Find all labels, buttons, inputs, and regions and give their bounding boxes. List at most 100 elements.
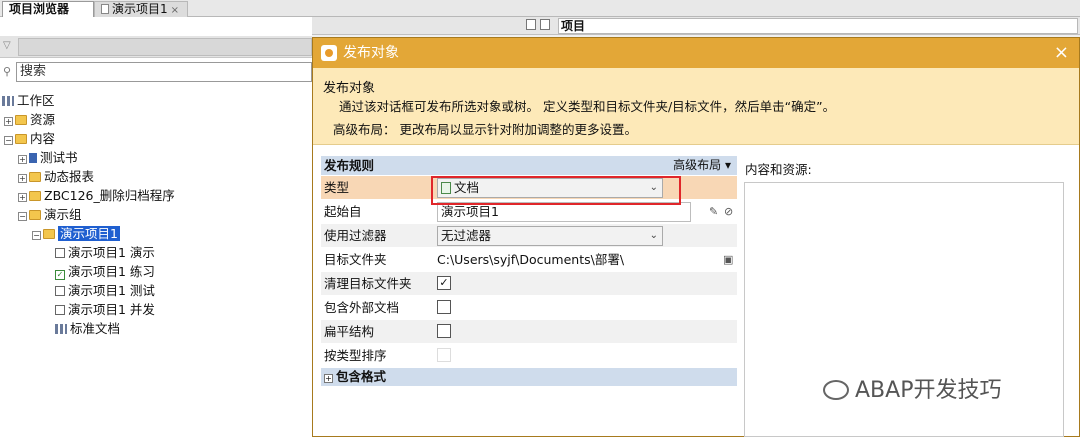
folder-icon bbox=[15, 134, 27, 144]
include-external-cell bbox=[437, 298, 451, 318]
expand-icon[interactable]: + bbox=[18, 155, 27, 164]
tree-item-demo-simulate[interactable]: 演示项目1 演示 bbox=[55, 243, 155, 262]
collapse-icon[interactable]: − bbox=[32, 231, 41, 240]
publish-dialog: 发布对象 × 发布对象 通过该对话框可发布所选对象或树。 定义类型和目标文件夹/… bbox=[312, 37, 1080, 437]
edit-icon[interactable]: ✎ bbox=[709, 205, 718, 218]
sort-by-type-checkbox bbox=[437, 348, 451, 362]
book-icon bbox=[29, 153, 37, 163]
close-icon[interactable]: × bbox=[171, 5, 179, 16]
include-external-checkbox[interactable] bbox=[437, 300, 451, 314]
editor-title: 项目 bbox=[558, 18, 1078, 34]
tree-item-demo-group[interactable]: − 演示组 bbox=[18, 205, 82, 224]
tree-item-label: 测试书 bbox=[40, 150, 78, 165]
banner-description: 通过该对话框可发布所选对象或树。 定义类型和目标文件夹/目标文件，然后单击“确定… bbox=[339, 99, 836, 114]
row-clean-target: 清理目标文件夹 ✓ bbox=[321, 272, 737, 296]
tree-item-resources[interactable]: + 资源 bbox=[4, 110, 55, 129]
flat-structure-checkbox[interactable] bbox=[437, 324, 451, 338]
include-external-label: 包含外部文档 bbox=[324, 300, 400, 315]
workspace-icon bbox=[2, 96, 14, 106]
expand-icon[interactable]: + bbox=[324, 374, 333, 383]
filter-bar: ▽ bbox=[0, 36, 312, 58]
dialog-titlebar: 发布对象 × bbox=[313, 38, 1079, 68]
target-value-cell: C:\Users\syjf\Documents\部署\ bbox=[437, 250, 624, 270]
expand-icon[interactable]: + bbox=[4, 117, 13, 126]
tree-item-demo-test[interactable]: 演示项目1 测试 bbox=[55, 281, 155, 300]
filter-label: 使用过滤器 bbox=[324, 228, 387, 243]
folder-icon bbox=[15, 115, 27, 125]
search-row: ⚲ 搜索 bbox=[0, 61, 312, 83]
expand-icon[interactable]: + bbox=[18, 193, 27, 202]
tree-item-demo-practice[interactable]: ✓ 演示项目1 练习 bbox=[55, 262, 155, 281]
start-value-cell: 演示项目1 bbox=[437, 202, 691, 222]
rules-header-label: 发布规则 bbox=[324, 158, 375, 173]
clean-target-cell: ✓ bbox=[437, 274, 451, 294]
advanced-layout-button[interactable]: 高级布局 ▾ bbox=[673, 156, 731, 175]
document-icon bbox=[101, 4, 109, 14]
tree-item-label: 标准文档 bbox=[70, 321, 121, 336]
wechat-icon bbox=[823, 380, 849, 400]
practice-icon: ✓ bbox=[55, 270, 65, 280]
tree-item-demo-concurrent[interactable]: 演示项目1 并发 bbox=[55, 300, 155, 319]
clean-target-checkbox[interactable]: ✓ bbox=[437, 276, 451, 290]
start-from-input[interactable]: 演示项目1 bbox=[437, 202, 691, 222]
tab-label: 演示项目1 bbox=[112, 2, 168, 16]
concurrent-icon bbox=[55, 305, 65, 315]
folder-icon bbox=[29, 191, 41, 201]
type-label: 类型 bbox=[324, 180, 350, 195]
tab-project-browser[interactable]: 项目浏览器 bbox=[2, 1, 94, 17]
tree-item-standard-doc[interactable]: 标准文档 bbox=[55, 319, 120, 338]
tree-item-workspace[interactable]: 工作区 bbox=[2, 91, 55, 110]
tree-item-label: 内容 bbox=[30, 131, 56, 146]
watermark: ABAP开发技巧 bbox=[823, 372, 1001, 404]
tab-demo-project[interactable]: 演示项目1 × bbox=[94, 1, 188, 17]
search-icon: ⚲ bbox=[3, 65, 12, 78]
watermark-text: ABAP开发技巧 bbox=[855, 378, 1002, 403]
start-label: 起始自 bbox=[324, 204, 362, 219]
filter-dropdown[interactable]: 无过滤器 ⌄ bbox=[437, 226, 663, 246]
folder-open-icon[interactable]: ▣ bbox=[723, 253, 733, 266]
info-banner: 发布对象 通过该对话框可发布所选对象或树。 定义类型和目标文件夹/目标文件，然后… bbox=[313, 68, 1079, 145]
project-icon bbox=[43, 229, 55, 239]
flat-structure-label: 扁平结构 bbox=[324, 324, 375, 339]
include-formats-section[interactable]: + 包含格式 bbox=[321, 368, 737, 386]
tree-item-content[interactable]: − 内容 bbox=[4, 129, 55, 148]
tree-item-label: 演示组 bbox=[44, 207, 82, 222]
collapse-icon[interactable]: − bbox=[18, 212, 27, 221]
tab-label: 项目浏览器 bbox=[9, 2, 70, 16]
tree-item-label: 演示项目1 测试 bbox=[68, 283, 155, 298]
folder-icon bbox=[29, 172, 41, 182]
flat-structure-cell bbox=[437, 322, 451, 342]
row-target-folder: 目标文件夹 C:\Users\syjf\Documents\部署\ ▣ bbox=[321, 248, 737, 272]
tree-item-label: 演示项目1 演示 bbox=[68, 245, 155, 260]
tree-item-label: 演示项目1 练习 bbox=[68, 264, 155, 279]
tree-item-test-book[interactable]: + 测试书 bbox=[18, 148, 78, 167]
row-sort-by-type: 按类型排序 bbox=[321, 344, 737, 368]
split-view-icon[interactable] bbox=[540, 19, 550, 30]
target-folder-value[interactable]: C:\Users\syjf\Documents\部署\ bbox=[437, 250, 624, 270]
sort-by-type-cell bbox=[437, 346, 451, 366]
close-button[interactable]: × bbox=[1054, 38, 1069, 68]
row-filter: 使用过滤器 无过滤器 ⌄ bbox=[321, 224, 737, 248]
standard-doc-icon bbox=[55, 324, 67, 334]
collapse-icon[interactable]: − bbox=[4, 136, 13, 145]
filter-icon[interactable]: ▽ bbox=[3, 40, 11, 51]
expand-icon[interactable]: + bbox=[18, 174, 27, 183]
content-resources-label: 内容和资源: bbox=[745, 162, 812, 177]
tree-item-dynamic-report[interactable]: + 动态报表 bbox=[18, 167, 94, 186]
clean-target-label: 清理目标文件夹 bbox=[324, 276, 412, 291]
clear-icon[interactable]: ⊘ bbox=[724, 205, 733, 218]
tree-item-label: 工作区 bbox=[17, 93, 55, 108]
filter-value-cell: 无过滤器 ⌄ bbox=[437, 226, 663, 246]
tree-item-label: 演示项目1 并发 bbox=[68, 302, 155, 317]
tree-item-label: ZBC126_删除归档程序 bbox=[44, 188, 175, 203]
tree-item-zbc126[interactable]: + ZBC126_删除归档程序 bbox=[18, 186, 175, 205]
editor-header: 项目 bbox=[312, 17, 1080, 35]
sort-by-type-label: 按类型排序 bbox=[324, 348, 387, 363]
tab-strip: 项目浏览器 演示项目1 × bbox=[0, 0, 1080, 17]
filter-input[interactable] bbox=[18, 38, 312, 56]
app-window: 项目浏览器 演示项目1 × ▽ ⚲ 搜索 工作区 + 资源 − 内容 + 测试书 + 动态… bbox=[0, 0, 1080, 437]
search-input[interactable]: 搜索 bbox=[16, 62, 312, 82]
split-view-icon[interactable] bbox=[526, 19, 536, 30]
tree-item-demo-project[interactable]: − 演示项目1 bbox=[32, 224, 120, 243]
row-flat-structure: 扁平结构 bbox=[321, 320, 737, 344]
